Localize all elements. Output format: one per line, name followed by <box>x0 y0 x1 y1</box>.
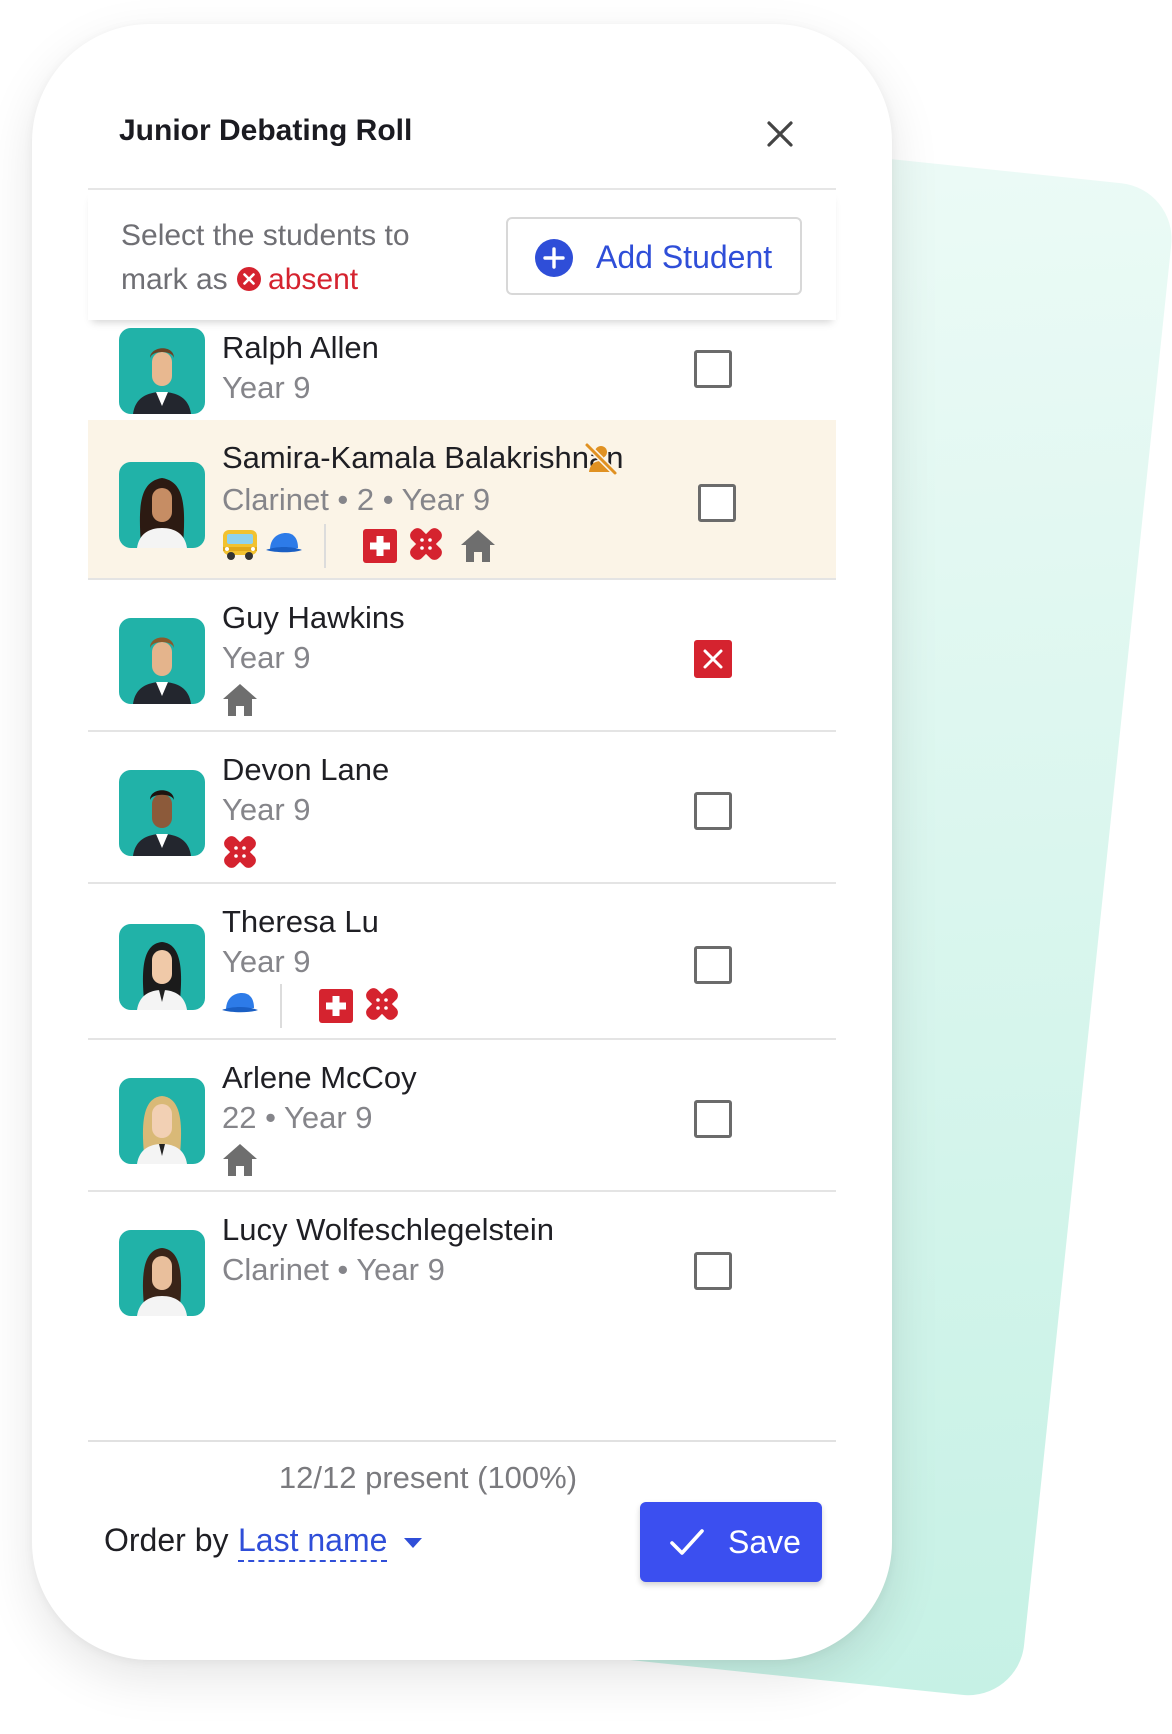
student-row[interactable]: Devon Lane Year 9 <box>88 732 836 884</box>
student-name: Lucy Wolfeschlegelstein <box>222 1212 554 1247</box>
home-icon <box>223 1144 257 1176</box>
home-icon <box>461 530 495 562</box>
add-student-button[interactable]: Add Student <box>506 217 802 295</box>
student-row[interactable]: Ralph Allen Year 9 <box>88 322 836 422</box>
bus-icon <box>223 530 257 560</box>
student-detail: Year 9 <box>222 370 311 405</box>
order-by-label: Order by <box>104 1522 229 1558</box>
student-row[interactable]: Guy Hawkins Year 9 <box>88 580 836 732</box>
student-detail: Year 9 <box>222 944 311 979</box>
instruction-label: Select the students to mark as <box>121 219 410 296</box>
save-button[interactable]: Save <box>640 1502 822 1582</box>
avatar <box>119 1230 205 1316</box>
absent-label: absent <box>268 263 359 296</box>
modal-header: Junior Debating Roll <box>88 96 836 190</box>
student-name: Arlene McCoy <box>222 1060 417 1095</box>
medical-cross-icon <box>363 529 397 563</box>
tag-divider <box>324 524 326 568</box>
cap-icon <box>222 993 258 1013</box>
order-by-select[interactable]: Last name <box>238 1522 388 1562</box>
add-student-label: Add Student <box>596 239 773 275</box>
absent-checkbox[interactable] <box>694 1100 732 1138</box>
save-label: Save <box>728 1524 801 1560</box>
student-name: Samira-Kamala Balakrishnan <box>222 440 624 475</box>
student-row[interactable]: Lucy Wolfeschlegelstein Clarinet • Year … <box>88 1192 836 1392</box>
instruction-text: Select the students to mark as absent <box>121 214 451 302</box>
modal-title: Junior Debating Roll <box>119 114 413 147</box>
avatar <box>119 618 205 704</box>
check-icon <box>670 1529 704 1555</box>
avatar <box>119 462 205 548</box>
avatar <box>119 328 205 414</box>
avatar <box>119 924 205 1010</box>
student-detail: Year 9 <box>222 792 311 827</box>
student-row[interactable]: Arlene McCoy 22 • Year 9 <box>88 1040 836 1192</box>
student-list: Ralph Allen Year 9 Samira-Kamala Balakri… <box>88 322 836 1440</box>
instruction-panel: Select the students to mark as absent Ad… <box>88 190 836 320</box>
student-name: Ralph Allen <box>222 330 379 365</box>
bandage-icon <box>366 988 398 1020</box>
student-detail: Clarinet • 2 • Year 9 <box>222 482 491 517</box>
absent-checkbox[interactable] <box>694 946 732 984</box>
absent-checkbox[interactable] <box>698 484 736 522</box>
plus-circle-icon <box>535 239 573 277</box>
avatar <box>119 770 205 856</box>
student-row[interactable]: Theresa Lu Year 9 <box>88 884 836 1040</box>
no-photo-icon <box>584 442 618 476</box>
tag-divider <box>280 984 282 1028</box>
x-mark-icon <box>703 649 723 669</box>
home-icon <box>223 684 257 716</box>
roll-footer: 12/12 present (100%) Order by Last name … <box>88 1440 836 1602</box>
cap-icon <box>266 533 302 553</box>
student-detail: Clarinet • Year 9 <box>222 1252 445 1287</box>
absent-checkbox[interactable] <box>694 640 732 678</box>
absent-icon <box>237 267 262 291</box>
bandage-icon <box>224 836 256 868</box>
student-name: Devon Lane <box>222 752 390 787</box>
absent-checkbox[interactable] <box>694 1252 732 1290</box>
student-row[interactable]: Samira-Kamala Balakrishnan Clarinet • 2 … <box>88 420 836 580</box>
absent-checkbox[interactable] <box>694 350 732 388</box>
bandage-icon <box>410 528 442 560</box>
medical-cross-icon <box>319 989 353 1023</box>
student-detail: 22 • Year 9 <box>222 1100 373 1135</box>
student-name: Theresa Lu <box>222 904 379 939</box>
avatar <box>119 1078 205 1164</box>
attendance-summary: 12/12 present (100%) <box>278 1460 578 1495</box>
absent-checkbox[interactable] <box>694 792 732 830</box>
chevron-down-icon[interactable] <box>402 1536 424 1550</box>
student-name: Guy Hawkins <box>222 600 405 635</box>
close-icon[interactable] <box>760 114 800 154</box>
student-detail: Year 9 <box>222 640 311 675</box>
